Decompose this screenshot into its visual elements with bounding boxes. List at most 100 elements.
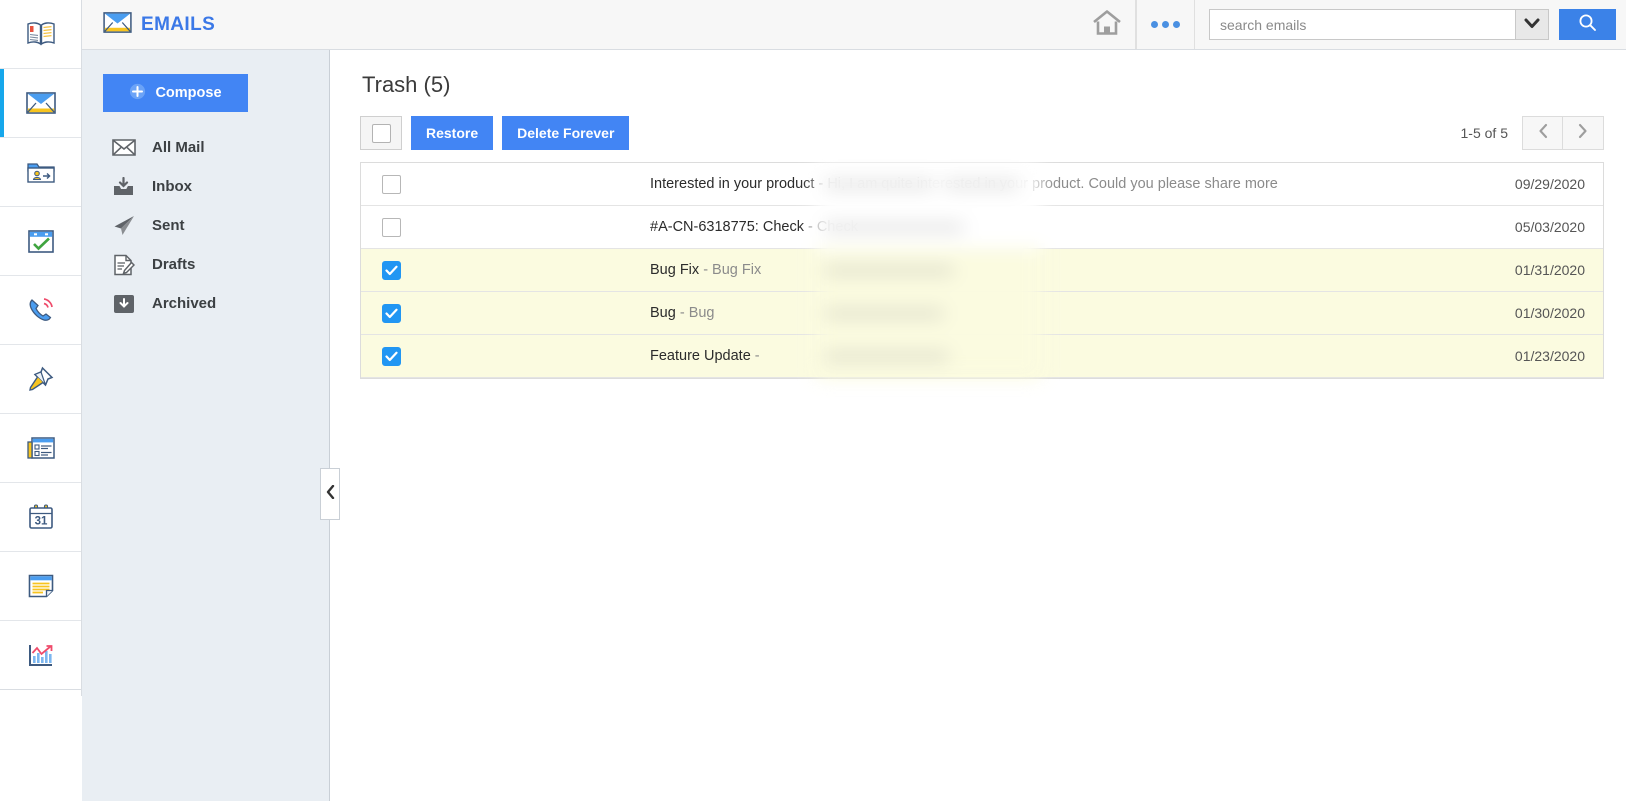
select-all-checkbox[interactable]	[360, 116, 402, 150]
rail-item-pinned[interactable]	[0, 345, 81, 414]
chart-icon	[27, 642, 55, 668]
sender-cell	[421, 163, 646, 205]
rail-item-news[interactable]	[0, 414, 81, 483]
sidebar-item-archived[interactable]: Archived	[82, 284, 329, 323]
icon-rail: 31	[0, 0, 82, 696]
sidebar-item-label: Drafts	[152, 256, 196, 273]
row-checkbox[interactable]	[361, 303, 421, 323]
table-row[interactable]: #A-CN-6318775: Check - Check 05/03/2020	[361, 206, 1603, 249]
checkbox-checked-icon	[381, 260, 401, 280]
inbox-icon	[112, 176, 136, 197]
sender-cell	[421, 292, 646, 334]
row-checkbox[interactable]	[361, 346, 421, 366]
home-icon	[1092, 9, 1122, 41]
date-cell: 01/23/2020	[1514, 348, 1585, 364]
contact-folder-icon	[26, 159, 56, 185]
news-icon	[26, 436, 56, 460]
body: Compose All Mail Inbox Sent Drafts Archi…	[82, 50, 1626, 801]
date-cell: 05/03/2020	[1514, 219, 1585, 235]
rail-item-tasks[interactable]	[0, 207, 81, 276]
sidebar-item-label: Sent	[152, 217, 185, 234]
subject-cell: Interested in your product - Hi, I am qu…	[646, 176, 1483, 192]
calendar-check-icon	[27, 228, 55, 254]
date-cell: 09/29/2020	[1514, 176, 1585, 192]
main-column: EMAILS search emails Compose All Mail In…	[82, 0, 1626, 801]
next-page-button[interactable]	[1563, 116, 1604, 150]
rail-item-notes[interactable]	[0, 552, 81, 621]
search-scope-dropdown[interactable]	[1515, 10, 1548, 39]
table-row[interactable]: Feature Update - 01/23/2020	[361, 335, 1603, 378]
rail-item-address-book[interactable]	[0, 0, 81, 69]
delete-forever-button[interactable]: Delete Forever	[502, 116, 630, 150]
subject-text: Feature Update	[650, 348, 751, 364]
chevron-left-icon	[326, 484, 335, 504]
subject-cell: Bug - Bug	[646, 305, 1483, 321]
rail-item-calls[interactable]	[0, 276, 81, 345]
snippet-text: - Hi, I am quite interested in your prod…	[814, 176, 1278, 192]
subject-text: Bug	[650, 305, 676, 321]
rail-item-emails[interactable]	[0, 69, 81, 138]
email-list: Interested in your product - Hi, I am qu…	[360, 162, 1604, 379]
rail-item-reports[interactable]	[0, 621, 81, 690]
snippet-text: -	[750, 348, 760, 364]
chevron-right-icon	[1577, 123, 1589, 144]
snippet-text: - Bug Fix	[699, 262, 762, 278]
sender-cell	[421, 206, 646, 248]
envelope-icon	[25, 91, 56, 115]
more-options-button[interactable]	[1136, 0, 1195, 49]
pager: 1-5 of 5	[1461, 116, 1604, 150]
envelope-icon	[103, 11, 132, 39]
checkbox-checked-icon	[381, 346, 401, 366]
svg-text:31: 31	[34, 516, 47, 528]
sidebar-item-sent[interactable]: Sent	[82, 206, 329, 245]
row-checkbox[interactable]	[361, 260, 421, 280]
rail-item-contacts[interactable]	[0, 138, 81, 207]
archive-icon	[112, 294, 136, 314]
subject-cell: #A-CN-6318775: Check - Check	[646, 219, 1483, 235]
notes-icon	[27, 573, 55, 599]
sidebar-item-drafts[interactable]: Drafts	[82, 245, 329, 284]
row-checkbox[interactable]	[361, 217, 421, 237]
subject-cell: Bug Fix - Bug Fix	[646, 262, 1483, 278]
compose-label: Compose	[155, 85, 222, 101]
table-row[interactable]: Bug - Bug 01/30/2020	[361, 292, 1603, 335]
phone-icon	[27, 296, 55, 324]
table-row[interactable]: Bug Fix - Bug Fix 01/31/2020	[361, 249, 1603, 292]
date-cell: 01/30/2020	[1514, 305, 1585, 321]
book-icon	[26, 21, 56, 47]
checkbox-checked-icon	[381, 303, 401, 323]
search-input[interactable]	[1210, 10, 1515, 39]
row-checkbox[interactable]	[361, 174, 421, 194]
pager-range-label: 1-5 of 5	[1460, 125, 1508, 141]
brand: EMAILS	[82, 0, 215, 49]
search-icon	[1578, 13, 1597, 37]
sidebar-item-all-mail[interactable]: All Mail	[82, 128, 329, 167]
sidebar-collapse-handle[interactable]	[320, 468, 340, 520]
subject-text: Bug Fix	[650, 262, 700, 278]
paper-plane-icon	[112, 215, 136, 236]
chevron-left-icon	[1537, 123, 1549, 144]
content-pane: Trash (5) Restore Delete Forever 1-5 of …	[330, 50, 1626, 801]
checkbox-box	[381, 217, 401, 237]
app-window: 31 EMAILS search emails Compose All Mail…	[0, 0, 1626, 801]
checkbox-box	[381, 174, 401, 194]
more-options-icon	[1151, 21, 1180, 28]
home-button[interactable]	[1078, 0, 1136, 49]
date-cell: 01/31/2020	[1514, 262, 1585, 278]
chevron-down-icon	[1524, 16, 1540, 34]
previous-page-button[interactable]	[1522, 116, 1563, 150]
page-title-brand: EMAILS	[141, 13, 216, 35]
search-submit-button[interactable]	[1559, 9, 1616, 40]
calendar-31-icon: 31	[27, 503, 55, 531]
search-box	[1209, 9, 1549, 40]
table-row[interactable]: Interested in your product - Hi, I am qu…	[361, 163, 1603, 206]
folder-sidebar: Compose All Mail Inbox Sent Drafts Archi…	[82, 50, 340, 801]
restore-button[interactable]: Restore	[411, 116, 494, 150]
folder-list: All Mail Inbox Sent Drafts Archived	[82, 128, 329, 323]
compose-button[interactable]: Compose	[103, 74, 248, 112]
top-bar: EMAILS	[82, 0, 1626, 50]
envelope-outline-icon	[112, 139, 136, 156]
rail-item-calendar[interactable]: 31	[0, 483, 81, 552]
sidebar-item-inbox[interactable]: Inbox	[82, 167, 329, 206]
